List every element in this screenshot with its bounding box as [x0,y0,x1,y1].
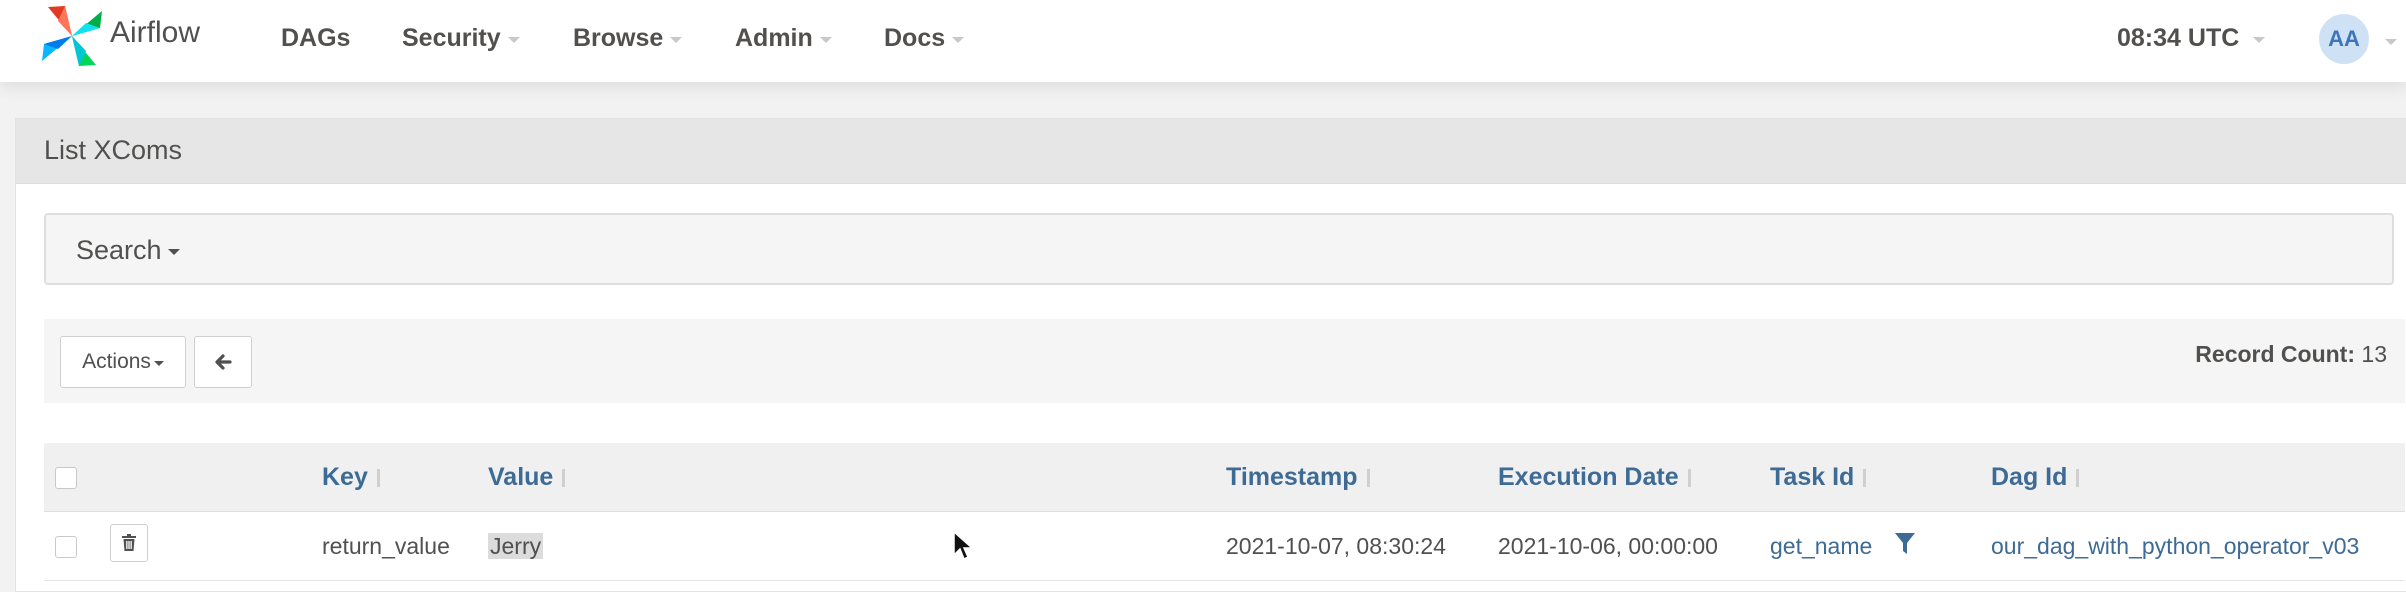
nav-browse[interactable]: Browse [573,24,683,53]
arrow-left-icon [215,354,232,370]
search-label: Search [76,235,162,265]
back-button[interactable] [194,336,252,388]
brand-name: Airflow [110,16,201,49]
record-count-label: Record Count: [2195,341,2356,367]
table-header: Key Value Timestamp Execution Date Task … [44,443,2405,512]
nav-dags-label: DAGs [281,24,351,52]
nav-admin[interactable]: Admin [735,24,832,53]
chevron-down-icon [507,37,520,43]
chevron-down-icon [952,37,965,43]
page-title: List XComs [44,135,183,165]
cell-execution-date: 2021-10-06, 00:00:00 [1498,533,1718,559]
delete-button[interactable] [110,524,148,562]
nav-admin-label: Admin [735,24,813,52]
sort-icon [1366,468,1370,487]
trash-icon [122,534,136,551]
column-label: Execution Date [1498,463,1679,491]
mouse-pointer-icon [953,531,973,561]
column-label: Dag Id [1991,463,2068,491]
cell-task-id-link[interactable]: get_name [1770,533,1872,560]
column-header-value[interactable]: Value [488,463,566,492]
actions-button[interactable]: Actions [60,336,186,388]
column-label: Value [488,463,554,491]
top-navbar: Airflow DAGs Security Browse Admin Docs … [0,0,2406,82]
panel-header [16,119,2406,184]
select-all-checkbox[interactable] [55,467,77,489]
search-toggle[interactable]: Search [76,235,180,266]
actions-label: Actions [82,350,151,373]
search-panel[interactable]: Search [44,213,2394,285]
filter-icon[interactable] [1894,532,1916,556]
caret-down-icon [167,249,180,255]
airflow-logo-icon [42,6,102,66]
sort-icon [1863,468,1867,487]
actions-toolbar: Actions Record Count: 13 [44,319,2405,403]
sort-icon [2076,468,2080,487]
column-label: Key [322,463,368,491]
cell-value: Jerry [488,533,544,560]
column-header-task-id[interactable]: Task Id [1770,463,1867,492]
nav-dags[interactable]: DAGs [281,24,350,53]
record-count-value: 13 [2361,341,2387,367]
chevron-down-icon [2253,37,2266,43]
value-text: Jerry [488,533,544,559]
sort-icon [1687,468,1691,487]
user-avatar[interactable]: AA [2319,14,2369,64]
row-checkbox[interactable] [55,536,77,558]
utc-clock[interactable]: 08:34 UTC [2117,24,2266,53]
column-header-execution-date[interactable]: Execution Date [1498,463,1691,492]
table-row: return_value Jerry 2021-10-07, 08:30:24 … [44,512,2405,581]
cell-dag-id-link[interactable]: our_dag_with_python_operator_v03 [1991,533,2359,560]
nav-docs[interactable]: Docs [884,24,965,53]
record-count: Record Count: 13 [2195,341,2387,368]
chevron-down-icon [819,37,832,43]
caret-down-icon [153,361,164,366]
column-header-dag-id[interactable]: Dag Id [1991,463,2080,492]
nav-security-label: Security [402,24,501,52]
list-xcoms-panel: List XComs Search Actions Record Count: … [15,118,2406,592]
chevron-down-icon [670,37,683,43]
column-header-key[interactable]: Key [322,463,380,492]
nav-security[interactable]: Security [402,24,520,53]
column-header-timestamp[interactable]: Timestamp [1226,463,1370,492]
user-menu-chevron-icon[interactable] [2385,39,2397,45]
sort-icon [376,468,380,487]
user-initials: AA [2328,26,2360,51]
clock-label: 08:34 UTC [2117,24,2240,52]
column-label: Timestamp [1226,463,1358,491]
cell-timestamp: 2021-10-07, 08:30:24 [1226,533,1446,559]
cell-key: return_value [322,533,450,559]
brand-link[interactable]: Airflow [38,3,200,69]
nav-browse-label: Browse [573,24,664,52]
sort-icon [562,468,566,487]
nav-docs-label: Docs [884,24,946,52]
column-label: Task Id [1770,463,1855,491]
